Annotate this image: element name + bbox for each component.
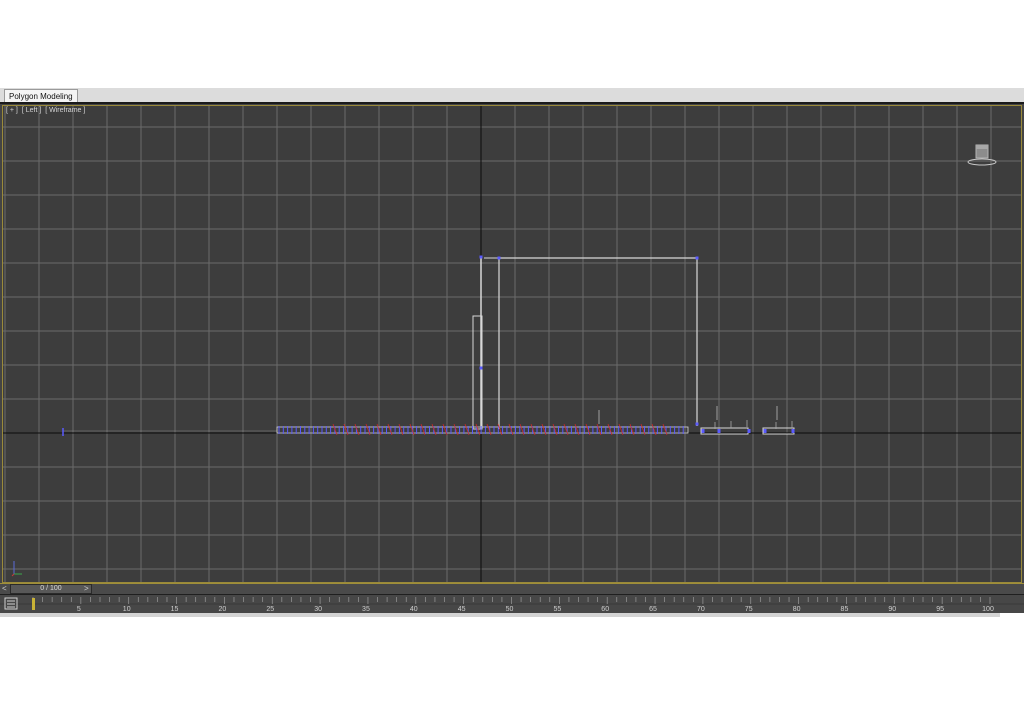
wireframe-vertex — [701, 429, 705, 433]
wireframe-vertex — [717, 429, 721, 433]
max-interface: Polygon Modeling [ + ] [ Left ] [ Wirefr… — [0, 88, 1024, 613]
wireframe-vertex — [747, 429, 751, 433]
track-bar-label: 55 — [553, 606, 561, 613]
track-bar-label: 65 — [649, 606, 657, 613]
viewport-general-menu[interactable]: [ + ] — [6, 107, 18, 114]
time-slider[interactable]: < 0 / 100 > — [0, 583, 1024, 595]
trackbar-toggle-icon[interactable] — [4, 597, 20, 611]
track-bar-label: 20 — [219, 606, 227, 613]
viewport-point-of-view-menu[interactable]: [ Left ] — [22, 107, 41, 114]
wireframe-vertex — [695, 422, 699, 426]
track-bar-label: 25 — [266, 606, 274, 613]
track-bar-label: 100 — [982, 606, 994, 613]
wireframe-vertex — [479, 366, 483, 370]
track-bar[interactable]: 5 10 15 20 25 30 35 40 45 50 55 60 65 70 75 80 85 90 95 100 — [0, 595, 1024, 613]
track-bar-label: 90 — [888, 606, 896, 613]
time-slider-next-button[interactable]: > — [84, 584, 92, 594]
track-bar-label: 30 — [314, 606, 322, 613]
time-slider-previous-button[interactable]: < — [2, 584, 10, 594]
track-bar-label: 35 — [362, 606, 370, 613]
viewport-grid — [3, 106, 1021, 582]
current-frame-marker[interactable] — [32, 598, 35, 610]
axis-tripod-icon — [11, 561, 22, 577]
track-bar-label: 95 — [936, 606, 944, 613]
track-bar-label: 45 — [458, 606, 466, 613]
time-slider-thumb[interactable]: 0 / 100 — [10, 584, 92, 594]
ribbon-tab-polygon-modeling[interactable]: Polygon Modeling — [4, 89, 78, 103]
track-bar-label: 70 — [697, 606, 705, 613]
ribbon-tab-bar: Polygon Modeling — [0, 88, 1024, 103]
track-bar-label: 60 — [601, 606, 609, 613]
track-bar-label: 10 — [123, 606, 131, 613]
ribbon-collapsed-strip — [0, 102, 1024, 104]
wireframe-vertex — [695, 256, 699, 260]
viewport-label-menu: [ + ] [ Left ] [ Wireframe ] — [6, 107, 87, 114]
viewcube-icon[interactable] — [966, 142, 998, 168]
wireframe-door-frame — [498, 257, 698, 429]
track-bar-label: 75 — [745, 606, 753, 613]
status-strip — [0, 613, 1000, 617]
wireframe-vertex — [763, 429, 767, 433]
left-viewport[interactable]: [ + ] [ Left ] [ Wireframe ] — [2, 105, 1022, 583]
track-bar-label: 50 — [506, 606, 514, 613]
track-bar-ruler: 5 10 15 20 25 30 35 40 45 50 55 60 65 70 75 80 85 90 95 100 — [0, 597, 1024, 613]
wireframe-vertex — [479, 255, 483, 259]
wireframe-vertex — [497, 256, 501, 260]
track-bar-label: 85 — [841, 606, 849, 613]
viewport-shading-menu[interactable]: [ Wireframe ] — [45, 107, 85, 114]
track-bar-label: 5 — [77, 606, 81, 613]
wireframe-vertex — [791, 429, 795, 433]
track-bar-label: 15 — [171, 606, 179, 613]
track-bar-label: 40 — [410, 606, 418, 613]
track-bar-label: 80 — [793, 606, 801, 613]
